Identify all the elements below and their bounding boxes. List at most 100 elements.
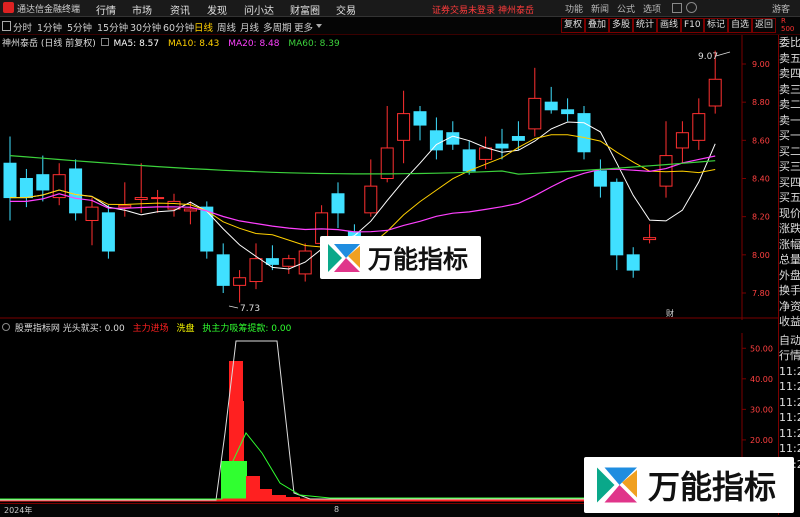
side-label: 外盘 <box>779 268 800 282</box>
price-tick: 8.00 <box>752 251 770 260</box>
side-label: 买二 <box>779 144 800 158</box>
side-label: 买五 <box>779 191 800 204</box>
menu-ask-xiaoda[interactable]: 问小达 <box>244 2 274 17</box>
side-time-label: 自动 <box>779 333 800 347</box>
candle-body <box>118 204 132 208</box>
candle-body <box>593 170 607 187</box>
year-label: 2024年 <box>4 506 33 515</box>
menu-wealth-circle[interactable]: 财富圈 <box>290 2 320 17</box>
indicator-settings-icon[interactable] <box>2 323 10 331</box>
candle-body <box>282 258 296 267</box>
menu-quotes[interactable]: 行情 <box>96 2 116 17</box>
tab-more[interactable]: 更多 <box>294 20 313 34</box>
watermark-center: 万能指标 <box>320 236 481 279</box>
tab-monthly[interactable]: 月线 <box>240 20 259 34</box>
candle-body <box>364 185 378 214</box>
guest-user[interactable]: 游客 <box>772 2 790 15</box>
formula-button[interactable]: 公式 <box>617 2 635 15</box>
candle-body <box>692 113 706 141</box>
candle-body <box>36 174 50 191</box>
candle-body <box>511 136 525 141</box>
candle-body <box>626 254 640 271</box>
price-tick: 7.80 <box>752 289 770 298</box>
draw-line-button[interactable]: 画线 <box>657 18 682 33</box>
adjust-button[interactable]: 复权 <box>561 18 586 33</box>
candle-body <box>69 168 83 214</box>
side-time-label: 11:2 <box>779 380 800 393</box>
side-label: 卖三 <box>779 82 800 96</box>
side-label: 卖四 <box>779 67 800 80</box>
avatar-icon[interactable] <box>686 2 697 13</box>
tab-intraday[interactable]: 分时 <box>13 20 32 34</box>
side-label: 涨幅 <box>779 237 800 251</box>
tab-5min[interactable]: 5分钟 <box>67 20 92 34</box>
stats-button[interactable]: 统计 <box>633 18 658 33</box>
side-label: 买一 <box>779 129 800 142</box>
menu-trade[interactable]: 交易 <box>336 2 356 17</box>
side-label: 卖二 <box>779 98 800 111</box>
side-label: 总量 <box>779 253 800 266</box>
mark-button[interactable]: 标记 <box>704 18 729 33</box>
tab-1min[interactable]: 1分钟 <box>37 20 62 34</box>
price-tick: 8.80 <box>752 98 770 107</box>
back-button[interactable]: 返回 <box>752 18 777 33</box>
candle-body <box>561 109 575 115</box>
window-icon[interactable] <box>672 3 682 13</box>
candle-body <box>610 181 624 256</box>
candle-body <box>331 193 345 214</box>
indicator-tick: 40.00 <box>750 375 773 384</box>
login-notice[interactable]: 证券交易未登录 <box>432 3 495 16</box>
candle-body <box>479 147 493 160</box>
more-chevron-down-icon[interactable] <box>316 24 322 28</box>
tab-daily[interactable]: 日线 <box>194 20 213 34</box>
candle-body <box>659 155 673 187</box>
period-tab-bar: 分时 1分钟 5分钟 15分钟 30分钟 60分钟 日线 周线 月线 多周期 更… <box>0 17 800 35</box>
candle-body <box>249 258 263 283</box>
tab-weekly[interactable]: 周线 <box>217 20 236 34</box>
ma20-line <box>10 155 716 233</box>
side-label: 买三 <box>779 160 800 173</box>
function-button[interactable]: 功能 <box>565 2 583 15</box>
news-button[interactable]: 新闻 <box>591 2 609 15</box>
side-bottom-labels: 自动行情11:211:211:211:211:211:211:2 <box>779 333 800 473</box>
candle-body <box>233 277 247 286</box>
side-label: 卖五 <box>779 51 800 65</box>
side-top-labels: 委比 卖五 卖四 卖三 卖二 卖一 买一 买二 买三 买四 买五 现价 涨跌 涨幅 总量 外盘 换手 净资 收益 <box>779 35 800 330</box>
current-stock: 神州泰岳 <box>498 6 535 16</box>
side-time-label: 11:2 <box>779 364 800 378</box>
indicator-tick: 50.00 <box>750 344 773 353</box>
watchlist-button[interactable]: 自选 <box>728 18 753 33</box>
candle-body <box>397 113 411 141</box>
side-time-label: 11:2 <box>779 395 800 409</box>
side-label: 换手 <box>779 284 800 297</box>
overlay-button[interactable]: 叠加 <box>585 18 610 33</box>
candle-body <box>462 149 476 172</box>
side-time-label: 11:2 <box>779 411 800 424</box>
app-logo-icon <box>3 2 14 13</box>
tab-30min[interactable]: 30分钟 <box>130 20 161 34</box>
candle-body <box>134 197 148 200</box>
tab-60min[interactable]: 60分钟 <box>163 20 194 34</box>
candle-body <box>216 254 230 286</box>
tab-multi-period[interactable]: 多周期 <box>263 20 292 34</box>
indicator-tick: 20.00 <box>750 436 773 445</box>
watermark-corner-logo-icon <box>597 467 637 503</box>
indicator-tick: 30.00 <box>750 405 773 414</box>
candle-body <box>101 212 115 252</box>
f10-button[interactable]: F10 <box>681 18 704 33</box>
quote-side-panel: 委比 卖五 卖四 卖三 卖二 卖一 买一 买二 买三 买四 买五 现价 涨跌 涨幅 总量 外盘 换手 净资 收益 自… <box>778 35 800 515</box>
menu-market[interactable]: 市场 <box>132 2 152 17</box>
side-label: 收益 <box>779 315 800 328</box>
side-label: 现价 <box>779 206 800 220</box>
options-button[interactable]: 选项 <box>643 2 661 15</box>
menu-news[interactable]: 资讯 <box>170 2 190 17</box>
tab-15min[interactable]: 15分钟 <box>97 20 128 34</box>
month-label: 8 <box>334 505 340 514</box>
candle-body <box>151 197 165 200</box>
indicator-bar <box>233 461 247 501</box>
ma10-line <box>10 134 716 253</box>
high-price-label: 9.07 <box>698 52 718 62</box>
multi-stock-button[interactable]: 多股 <box>609 18 634 33</box>
menu-discover[interactable]: 发现 <box>207 2 227 17</box>
candle-body <box>495 143 509 149</box>
